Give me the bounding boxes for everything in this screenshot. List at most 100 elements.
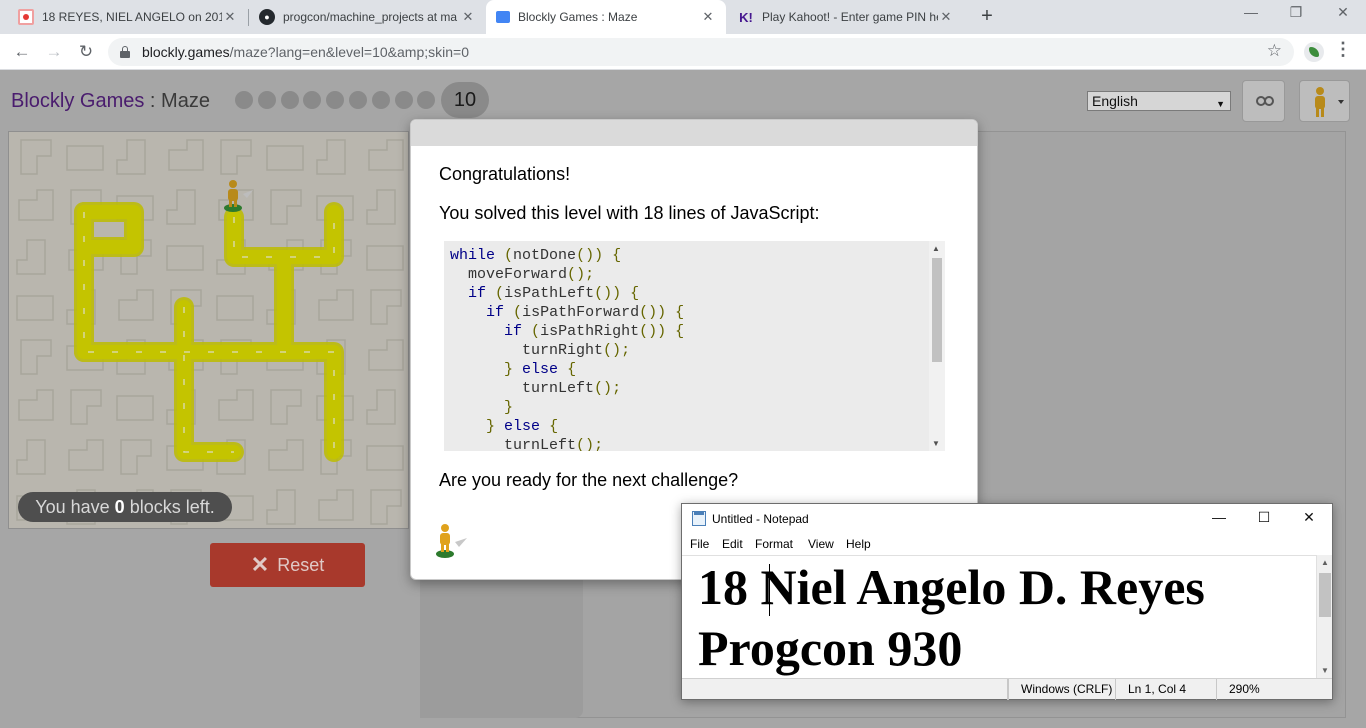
scroll-up-icon[interactable]: ▲ <box>1321 558 1329 567</box>
level-dot[interactable] <box>280 91 299 109</box>
level-dot[interactable] <box>349 91 367 109</box>
close-tab-icon[interactable]: ✕ <box>222 9 238 25</box>
notepad-titlebar[interactable]: Untitled - Notepad — ☐ ✕ <box>682 504 1332 534</box>
pegman-button[interactable] <box>1299 80 1350 122</box>
tab-github[interactable]: ● progcon/machine_projects at ma ✕ <box>249 0 486 34</box>
tab-title: Play Kahoot! - Enter game PIN he <box>762 10 938 24</box>
forward-button[interactable]: → <box>42 40 66 64</box>
maximize-icon[interactable]: ☐ <box>1249 509 1279 526</box>
extension-icon[interactable] <box>1304 42 1324 62</box>
notepad-scrollbar[interactable]: ▲ ▼ <box>1316 555 1332 678</box>
new-tab-button[interactable]: + <box>976 5 998 27</box>
maze-tile <box>366 245 404 271</box>
page-title: Blockly Games : Maze <box>11 90 210 113</box>
lock-icon[interactable] <box>120 46 130 58</box>
menu-edit[interactable]: Edit <box>722 537 743 551</box>
dialog-header[interactable] <box>411 120 977 146</box>
maze-tile <box>166 245 204 271</box>
pegman-icon <box>1315 87 1344 117</box>
level-dot[interactable] <box>257 91 276 109</box>
dialog-solved-text: You solved this level with 18 lines of J… <box>439 203 820 223</box>
scroll-down-icon[interactable]: ▼ <box>932 439 940 448</box>
tab-classroom[interactable]: 18 REYES, NIEL ANGELO on 2019 ✕ <box>8 0 248 34</box>
close-tab-icon[interactable]: ✕ <box>460 9 476 25</box>
bookmark-star-icon[interactable]: ☆ <box>1267 41 1282 61</box>
code-display[interactable]: while (notDone()) { moveForward(); if (i… <box>444 241 945 451</box>
maze-tile <box>270 389 302 425</box>
maze-tile <box>270 189 302 225</box>
menu-help[interactable]: Help <box>846 537 871 551</box>
url-path: /maze?lang=en&level=10&amp;skin=0 <box>229 44 469 60</box>
scroll-thumb[interactable] <box>932 258 942 362</box>
maze-tile <box>370 489 402 525</box>
code-line: turnLeft(); <box>522 380 622 397</box>
maze-tile <box>318 489 354 521</box>
code-line: } else { <box>504 361 577 378</box>
minimize-icon[interactable]: — <box>1236 4 1266 20</box>
code-scrollbar[interactable]: ▲ ▼ <box>929 241 945 451</box>
github-icon: ● <box>259 9 275 25</box>
scroll-up-icon[interactable]: ▲ <box>932 244 940 253</box>
close-icon: ✕ <box>250 552 270 577</box>
tab-kahoot[interactable]: K! Play Kahoot! - Enter game PIN he ✕ <box>728 0 964 34</box>
maze-tile <box>20 139 52 175</box>
dialog-ready-text: Are you ready for the next challenge? <box>439 470 739 490</box>
code-line: turnRight(); <box>522 342 631 359</box>
address-bar[interactable]: blockly.games/maze?lang=en&level=10&amp;… <box>108 38 1294 66</box>
notepad-window: Untitled - Notepad — ☐ ✕ File Edit Forma… <box>681 503 1333 700</box>
scroll-down-icon[interactable]: ▼ <box>1321 666 1329 675</box>
reset-label: Reset <box>277 554 325 575</box>
browser-toolbar: ← → ↻ blockly.games/maze?lang=en&level=1… <box>0 34 1366 70</box>
close-tab-icon[interactable]: ✕ <box>700 9 716 25</box>
maze-tile <box>168 139 204 171</box>
blocks-left-count: 0 <box>114 497 125 517</box>
minimize-icon[interactable]: — <box>1204 509 1234 525</box>
level-dot[interactable] <box>394 91 413 109</box>
menu-format[interactable]: Format <box>755 537 793 551</box>
code-line: } <box>504 399 514 416</box>
maze-tile <box>366 189 396 225</box>
maze-tile <box>70 389 102 425</box>
restore-icon[interactable]: ❐ <box>1281 4 1311 21</box>
close-window-icon[interactable]: ✕ <box>1328 4 1358 21</box>
maze-tile <box>16 239 46 275</box>
tab-title: Blockly Games : Maze <box>518 10 638 24</box>
text-line-2: Progcon 930 <box>698 620 963 676</box>
level-dot[interactable] <box>235 91 253 109</box>
title-separator: : <box>144 90 162 112</box>
level-current[interactable]: 10 <box>441 82 489 118</box>
menu-file[interactable]: File <box>690 537 709 551</box>
level-dot[interactable] <box>417 91 436 109</box>
link-button[interactable] <box>1242 80 1285 122</box>
text-caret <box>769 564 770 616</box>
brand-link[interactable]: Blockly Games <box>11 90 144 112</box>
maze-tile <box>218 389 254 421</box>
pegman-player <box>224 180 253 212</box>
url-text[interactable]: blockly.games/maze?lang=en&level=10&amp;… <box>142 44 469 60</box>
back-button[interactable]: ← <box>10 40 34 64</box>
notepad-text-area[interactable]: 18 Niel Angelo D. Reyes Progcon 930 <box>682 555 1316 678</box>
pegman-icon <box>436 524 467 558</box>
status-zoom: 290% <box>1216 679 1316 700</box>
reload-button[interactable]: ↻ <box>74 40 98 64</box>
classroom-icon <box>18 9 34 25</box>
tab-blockly[interactable]: Blockly Games : Maze ✕ <box>486 0 726 34</box>
close-icon[interactable]: ✕ <box>1294 509 1324 526</box>
level-dot[interactable] <box>326 91 345 109</box>
maze-tile <box>220 139 252 175</box>
menu-view[interactable]: View <box>808 537 834 551</box>
maze-tile <box>20 339 52 375</box>
text-line-1: 18 Niel Angelo D. Reyes <box>698 559 1205 615</box>
browser-menu-icon[interactable]: ⋮ <box>1334 39 1352 60</box>
level-dot[interactable] <box>371 91 390 109</box>
reset-button[interactable]: ✕ Reset <box>210 543 365 587</box>
blocks-left-prefix: You have <box>35 497 115 517</box>
code-text: while (notDone()) { moveForward(); if (i… <box>450 246 684 451</box>
scroll-thumb[interactable] <box>1319 573 1331 617</box>
close-tab-icon[interactable]: ✕ <box>938 9 954 25</box>
language-select[interactable]: English ▼ <box>1087 91 1231 111</box>
notepad-menubar: File Edit Format View Help <box>682 534 1332 554</box>
level-dot[interactable] <box>303 91 322 109</box>
notepad-icon <box>692 511 706 526</box>
tab-strip: 18 REYES, NIEL ANGELO on 2019 ✕ ● progco… <box>0 0 1366 34</box>
